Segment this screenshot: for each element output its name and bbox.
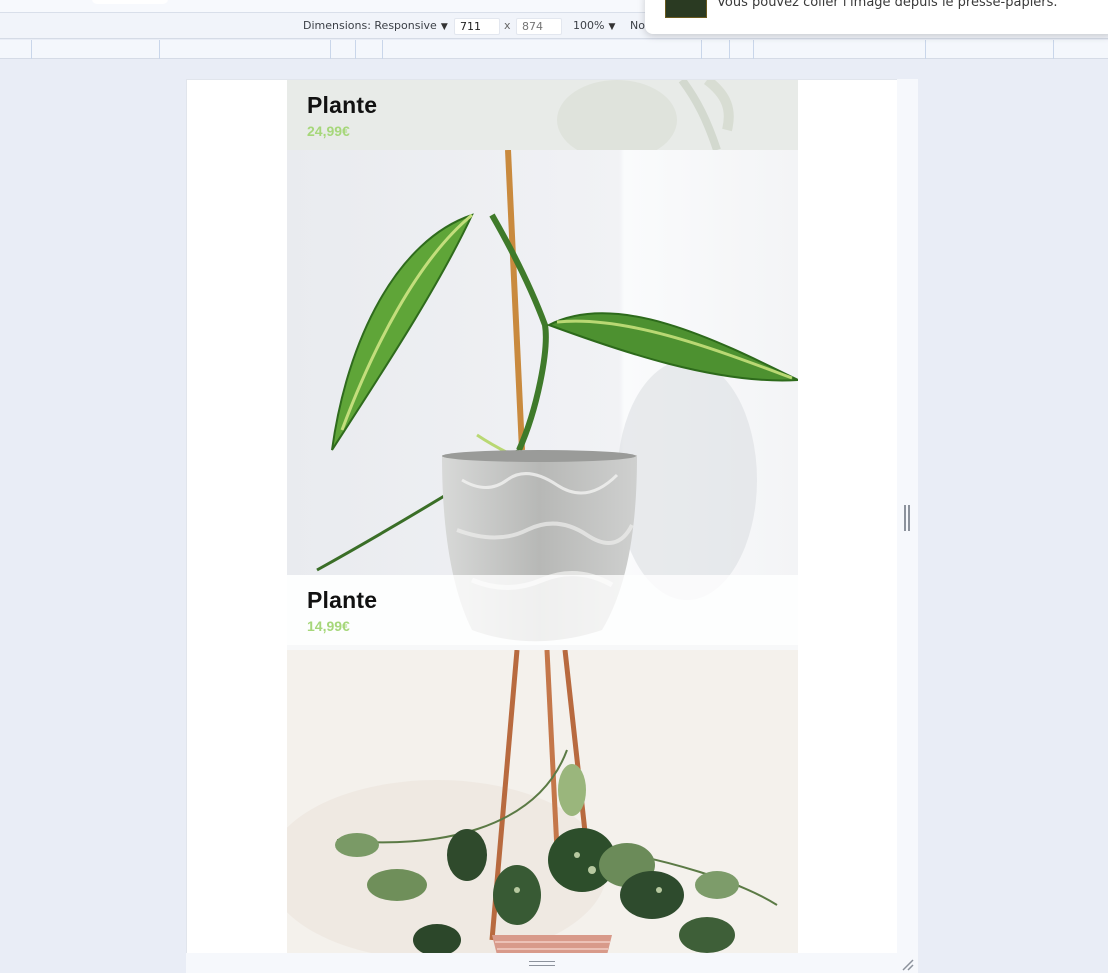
width-input[interactable] (454, 18, 500, 35)
product-price: 14,99€ (307, 618, 350, 634)
zoom-dropdown[interactable]: 100% ▼ (573, 19, 615, 32)
tab-pill[interactable] (92, 0, 168, 4)
product-header: Plante 24,99€ (287, 80, 798, 150)
clipboard-thumbnail (665, 0, 707, 18)
resize-handle-bottom[interactable] (529, 961, 555, 966)
chevron-down-icon: ▼ (440, 22, 448, 32)
dimensions-label: Dimensions: Responsive (303, 19, 437, 32)
media-query-segment[interactable] (330, 40, 331, 59)
product-price: 24,99€ (307, 123, 350, 139)
media-query-segment[interactable] (925, 40, 926, 59)
product-title: Plante (307, 587, 378, 613)
chevron-down-icon: ▼ (608, 22, 616, 32)
zoom-label: 100% (573, 19, 605, 32)
product-header: Plante 14,99€ (287, 575, 798, 645)
viewport-bottom-gutter (186, 953, 918, 973)
product-title: Plante (307, 92, 378, 118)
product-list: Plante 24,99€ Plante 14,99€ (287, 80, 798, 953)
media-query-segment[interactable] (701, 40, 702, 59)
notification-message: Vous pouvez coller l'image depuis le pre… (717, 0, 1058, 10)
emulated-viewport: Plante 24,99€ Plante 14,99€ (186, 79, 897, 953)
media-query-segment[interactable] (753, 40, 754, 59)
throttle-dropdown[interactable]: No (630, 19, 645, 32)
dimensions-dropdown[interactable]: Dimensions: Responsive ▼ (303, 19, 448, 32)
media-query-bar (0, 40, 1108, 59)
media-query-segment[interactable] (355, 40, 356, 59)
product-image (287, 650, 798, 953)
product-card[interactable]: Plante 14,99€ (287, 150, 798, 650)
height-input[interactable] (516, 18, 562, 35)
media-query-segment[interactable] (382, 40, 383, 59)
product-card[interactable]: Plante 24,99€ (287, 80, 798, 150)
media-query-segment[interactable] (1053, 40, 1054, 59)
clipboard-notification[interactable]: Vous pouvez coller l'image depuis le pre… (645, 0, 1108, 34)
resize-corner-icon[interactable] (900, 957, 914, 971)
dimension-separator: x (504, 19, 511, 32)
media-query-segment[interactable] (729, 40, 730, 59)
media-query-segment[interactable] (159, 40, 160, 59)
media-query-segment[interactable] (31, 40, 32, 59)
resize-handle-right[interactable] (904, 505, 910, 531)
product-card[interactable] (287, 650, 798, 953)
